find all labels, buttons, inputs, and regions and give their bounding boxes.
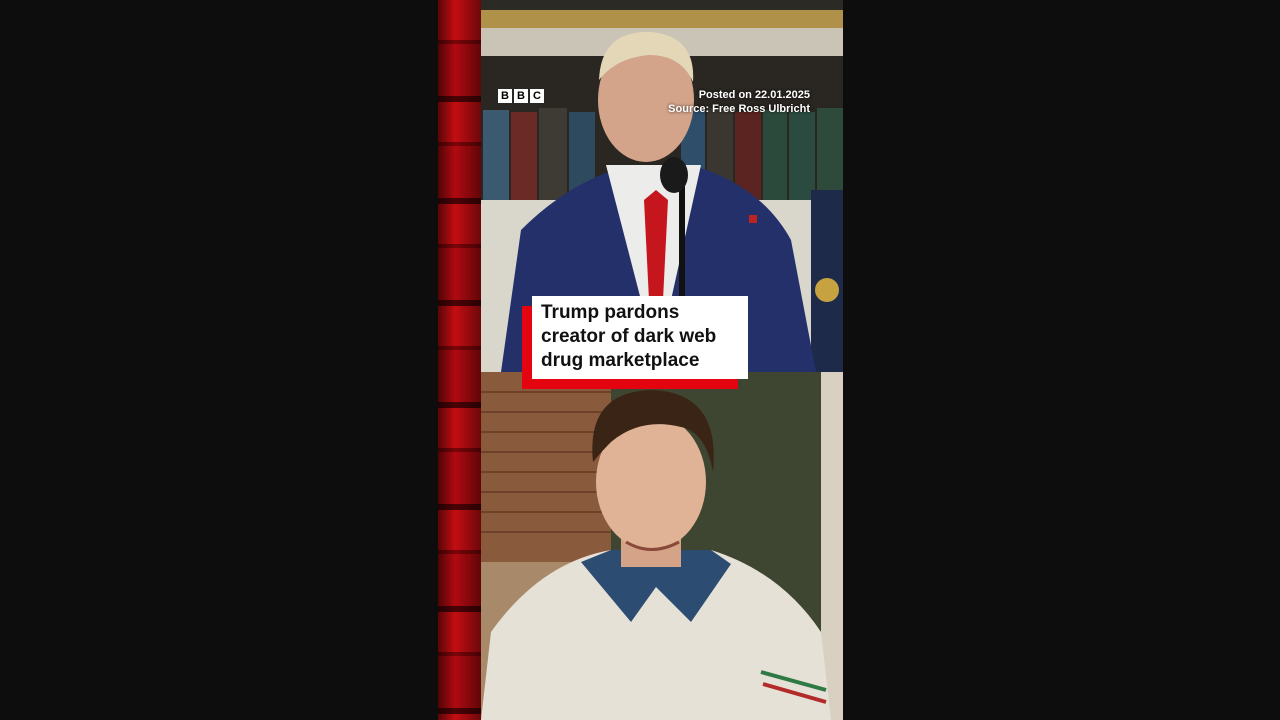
headline-caption-box: Trump pardons creator of dark web drug m… — [532, 296, 748, 379]
post-meta: Posted on 22.01.2025 Source: Free Ross U… — [668, 88, 810, 116]
bbc-logo: B B C — [498, 89, 544, 103]
bbc-logo-letter: B — [498, 89, 512, 103]
headline-text: Trump pardons creator of dark web drug m… — [541, 302, 717, 371]
bbc-logo-letter: B — [514, 89, 528, 103]
posted-date: Posted on 22.01.2025 — [698, 89, 810, 101]
bbc-logo-letter: C — [530, 89, 544, 103]
source-credit: Source: Free Ross Ulbricht — [668, 103, 810, 115]
red-side-graphic — [438, 0, 481, 720]
video-frame: B B C Posted on 22.01.2025 Source: Free … — [438, 0, 843, 720]
bottom-photo-portrait — [481, 372, 843, 720]
portrait-illustration — [481, 372, 843, 720]
